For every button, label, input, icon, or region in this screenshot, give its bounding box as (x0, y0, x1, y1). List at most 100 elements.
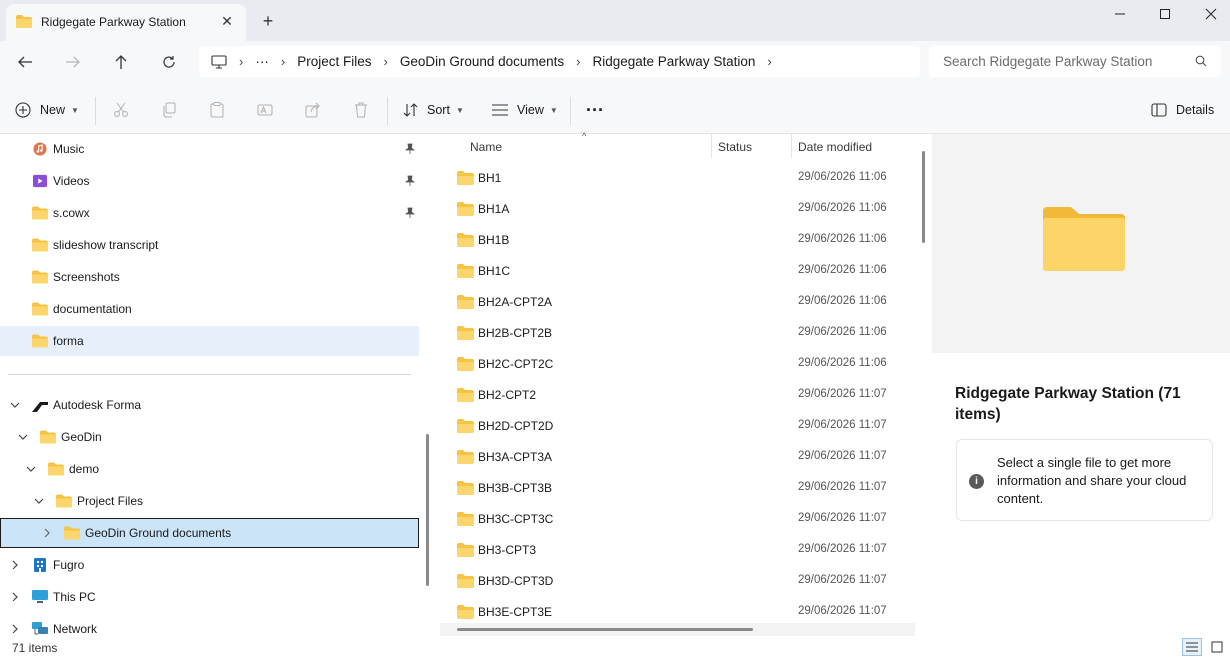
file-date-modified: 29/06/2026 11:06 (798, 233, 887, 245)
table-row[interactable]: BH2A-CPT2A 29/06/2026 11:06 (437, 287, 915, 318)
pin-icon[interactable] (405, 143, 415, 155)
breadcrumb-separator[interactable]: › (767, 54, 771, 69)
details-button[interactable]: Details (1151, 99, 1214, 121)
file-name: BH2D-CPT2D (478, 419, 554, 433)
nav-item-screenshots[interactable]: Screenshots (0, 262, 419, 292)
details-view-button[interactable] (1182, 638, 1202, 656)
nav-item-fugro[interactable]: Fugro (0, 550, 419, 580)
breadcrumb-geodin-ground-documents[interactable]: GeoDin Ground documents (400, 54, 564, 69)
rename-button[interactable] (256, 101, 274, 119)
table-row[interactable]: BH3A-CPT3A 29/06/2026 11:07 (437, 442, 915, 473)
breadcrumb-separator: › (280, 54, 286, 69)
folder-icon (457, 202, 474, 216)
sort-button[interactable]: Sort ▼ (403, 99, 464, 121)
copy-icon (163, 102, 176, 118)
new-tab-button[interactable]: + (259, 12, 277, 30)
chevron-right-icon[interactable] (41, 527, 53, 539)
tab-ridgegate-parkway-station[interactable]: Ridgegate Parkway Station ✕ (6, 4, 246, 41)
chevron-down-icon[interactable] (33, 495, 45, 507)
breadcrumb-project-files[interactable]: Project Files (297, 54, 371, 69)
view-button[interactable]: View ▼ (491, 99, 558, 121)
file-name: BH3C-CPT3C (478, 512, 554, 526)
tab-title: Ridgegate Parkway Station (41, 15, 186, 29)
table-row[interactable]: BH3-CPT3 29/06/2026 11:07 (437, 535, 915, 566)
chevron-right-icon[interactable] (9, 559, 21, 571)
address-bar[interactable]: › ··· › Project Files › GeoDin Ground do… (199, 46, 920, 77)
nav-item-label: slideshow transcript (53, 238, 159, 252)
nav-item-forma[interactable]: forma (0, 326, 419, 356)
search-input[interactable]: Search Ridgegate Parkway Station (929, 46, 1221, 77)
vertical-scrollbar[interactable] (922, 151, 925, 243)
nav-item-label: Network (53, 622, 98, 636)
column-header-status[interactable]: Status (718, 140, 752, 154)
chevron-down-icon[interactable] (17, 431, 29, 443)
folder-icon (32, 302, 48, 316)
nav-item-geodin[interactable]: GeoDin (0, 422, 419, 452)
new-button[interactable]: New ▼ (15, 99, 79, 121)
nav-item-s-cowx[interactable]: s.cowx (0, 198, 419, 228)
sort-icon (403, 103, 418, 117)
table-row[interactable]: BH2-CPT2 29/06/2026 11:07 (437, 380, 915, 411)
table-row[interactable]: BH1A 29/06/2026 11:06 (437, 194, 915, 225)
table-row[interactable]: BH1B 29/06/2026 11:06 (437, 225, 915, 256)
tiles-view-button[interactable] (1207, 638, 1227, 656)
file-date-modified: 29/06/2026 11:06 (798, 264, 887, 276)
table-row[interactable]: BH3D-CPT3D 29/06/2026 11:07 (437, 566, 915, 597)
column-divider[interactable] (791, 134, 792, 158)
table-row[interactable]: BH1C 29/06/2026 11:06 (437, 256, 915, 287)
nav-item-slideshow-transcript[interactable]: slideshow transcript (0, 230, 419, 260)
nav-item-demo[interactable]: demo (0, 454, 419, 484)
info-icon: i (969, 474, 984, 489)
rename-icon (257, 104, 273, 116)
breadcrumb-overflow-button[interactable]: ··· (255, 54, 269, 69)
chevron-right-icon[interactable] (9, 623, 21, 635)
more-options-button[interactable]: ··· (586, 99, 604, 121)
back-button[interactable] (12, 51, 38, 73)
file-date-modified: 29/06/2026 11:07 (798, 388, 887, 400)
table-row[interactable]: BH2D-CPT2D 29/06/2026 11:07 (437, 411, 915, 442)
nav-item-project-files[interactable]: Project Files (0, 486, 419, 516)
videos-icon (33, 174, 47, 188)
table-row[interactable]: BH1 29/06/2026 11:06 (437, 163, 915, 194)
delete-button[interactable] (352, 101, 370, 119)
pin-icon[interactable] (405, 207, 415, 219)
maximize-icon (1160, 9, 1170, 19)
up-button[interactable] (108, 51, 134, 73)
column-header-name[interactable]: Name (470, 140, 502, 154)
chevron-down-icon[interactable] (9, 399, 21, 411)
folder-icon (457, 326, 474, 340)
nav-item-this-pc[interactable]: This PC (0, 582, 419, 612)
pin-icon[interactable] (405, 175, 415, 187)
minimize-button[interactable] (1108, 4, 1132, 24)
file-date-modified: 29/06/2026 11:07 (798, 543, 887, 555)
nav-item-videos[interactable]: Videos (0, 166, 419, 196)
breadcrumb-ridgegate-parkway-station[interactable]: Ridgegate Parkway Station (593, 54, 756, 69)
nav-item-autodesk-forma[interactable]: Autodesk Forma (0, 390, 419, 420)
horizontal-scrollbar[interactable] (457, 628, 753, 631)
maximize-button[interactable] (1153, 4, 1177, 24)
nav-scrollbar[interactable] (426, 434, 429, 586)
info-card: i Select a single file to get more infor… (956, 439, 1213, 521)
nav-item-geodin-ground-documents[interactable]: GeoDin Ground documents (0, 518, 419, 548)
nav-item-documentation[interactable]: documentation (0, 294, 419, 324)
table-row[interactable]: BH3B-CPT3B 29/06/2026 11:07 (437, 473, 915, 504)
share-button[interactable] (304, 101, 322, 119)
paste-button[interactable] (208, 101, 226, 119)
chevron-right-icon[interactable] (9, 591, 21, 603)
nav-item-label: Fugro (53, 558, 85, 572)
refresh-button[interactable] (156, 51, 182, 73)
close-tab-button[interactable]: ✕ (218, 12, 236, 30)
copy-button[interactable] (160, 101, 178, 119)
file-date-modified: 29/06/2026 11:07 (798, 574, 887, 586)
close-window-button[interactable] (1199, 4, 1223, 24)
column-divider[interactable] (711, 134, 712, 158)
folder-icon (457, 574, 474, 588)
forward-button[interactable] (60, 51, 86, 73)
table-row[interactable]: BH2B-CPT2B 29/06/2026 11:06 (437, 318, 915, 349)
nav-item-music[interactable]: Music (0, 134, 419, 164)
table-row[interactable]: BH2C-CPT2C 29/06/2026 11:06 (437, 349, 915, 380)
column-header-date-modified[interactable]: Date modified (798, 140, 872, 154)
chevron-down-icon[interactable] (25, 463, 37, 475)
table-row[interactable]: BH3C-CPT3C 29/06/2026 11:07 (437, 504, 915, 535)
cut-button[interactable] (112, 101, 130, 119)
